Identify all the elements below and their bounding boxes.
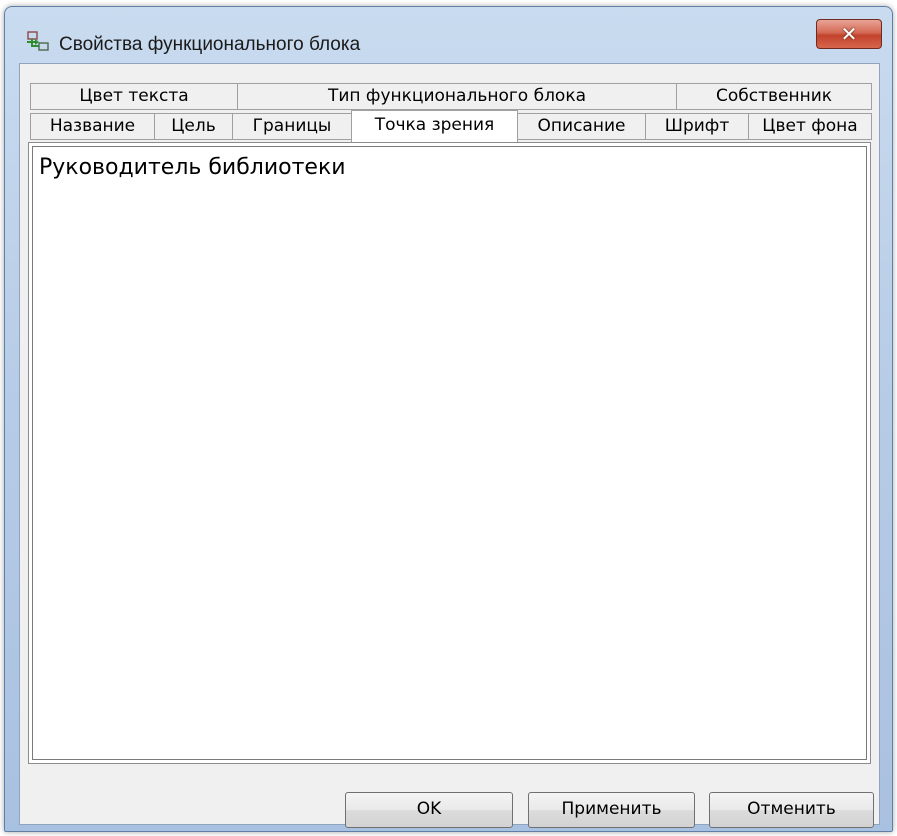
tab-name[interactable]: Название <box>30 113 155 140</box>
cancel-button[interactable]: Отменить <box>709 792 874 828</box>
tab-block-type[interactable]: Тип функционального блока <box>237 83 677 110</box>
app-icon <box>27 31 49 51</box>
tab-text-color[interactable]: Цвет текста <box>30 83 238 110</box>
apply-button[interactable]: Применить <box>528 792 695 828</box>
close-icon: ✕ <box>840 22 858 46</box>
tab-owner[interactable]: Собственник <box>676 83 872 110</box>
tab-viewpoint[interactable]: Точка зрения <box>351 110 518 142</box>
window-title: Свойства функционального блока <box>59 34 361 55</box>
tab-description[interactable]: Описание <box>517 113 646 140</box>
ok-button[interactable]: OK <box>345 792 513 828</box>
tab-borders[interactable]: Границы <box>232 113 352 140</box>
dialog-client-area: Цвет текста Тип функционального блока Со… <box>19 63 880 828</box>
properties-dialog: Свойства функционального блока ✕ Цвет те… <box>4 6 893 832</box>
viewpoint-text-field[interactable]: Руководитель библиотеки <box>32 146 867 760</box>
tab-background-color[interactable]: Цвет фона <box>748 113 872 140</box>
tab-goal[interactable]: Цель <box>154 113 233 140</box>
tab-panel: Руководитель библиотеки <box>28 142 871 764</box>
tab-font[interactable]: Шрифт <box>645 113 749 140</box>
title-bar[interactable]: Свойства функционального блока ✕ <box>5 7 892 63</box>
close-button[interactable]: ✕ <box>816 19 882 49</box>
